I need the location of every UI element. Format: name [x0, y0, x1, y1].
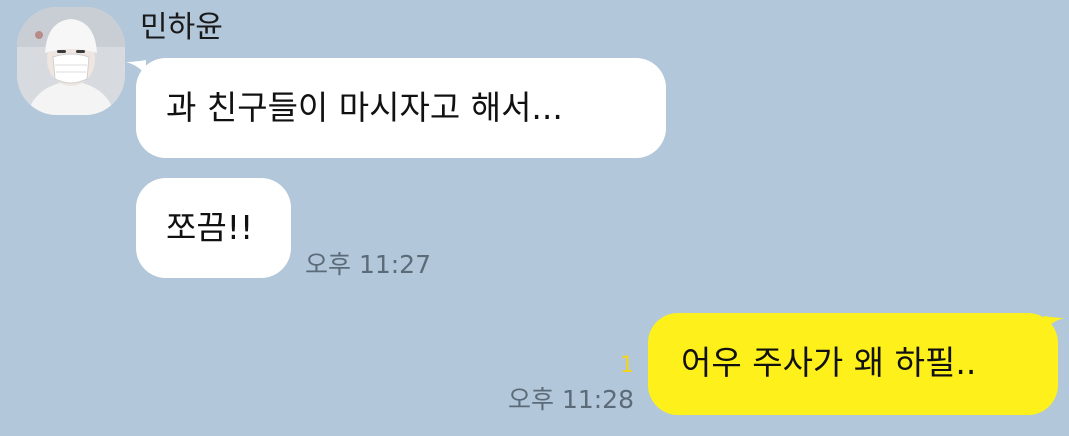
message-text: 과 친구들이 마시자고 해서...	[166, 88, 563, 127]
sender-avatar[interactable]	[17, 7, 125, 115]
message-text: 어우 주사가 왜 하필..	[681, 343, 977, 382]
chat-area: 민하윤 과 친구들이 마시자고 해서... 쪼끔!! 오후 11:27 1 오후…	[0, 0, 1069, 436]
avatar-photo-icon	[17, 7, 125, 115]
message-timestamp: 오후 11:28	[508, 385, 634, 414]
unread-count-badge: 1	[620, 353, 634, 378]
sender-name: 민하윤	[140, 10, 223, 45]
outgoing-bubble-tail	[1044, 316, 1064, 332]
message-bubble-incoming[interactable]: 과 친구들이 마시자고 해서...	[136, 58, 666, 158]
message-bubble-incoming[interactable]: 쪼끔!!	[136, 178, 291, 278]
message-bubble-outgoing[interactable]: 어우 주사가 왜 하필..	[648, 313, 1058, 415]
message-timestamp: 오후 11:27	[305, 250, 431, 279]
message-text: 쪼끔!!	[166, 208, 254, 247]
